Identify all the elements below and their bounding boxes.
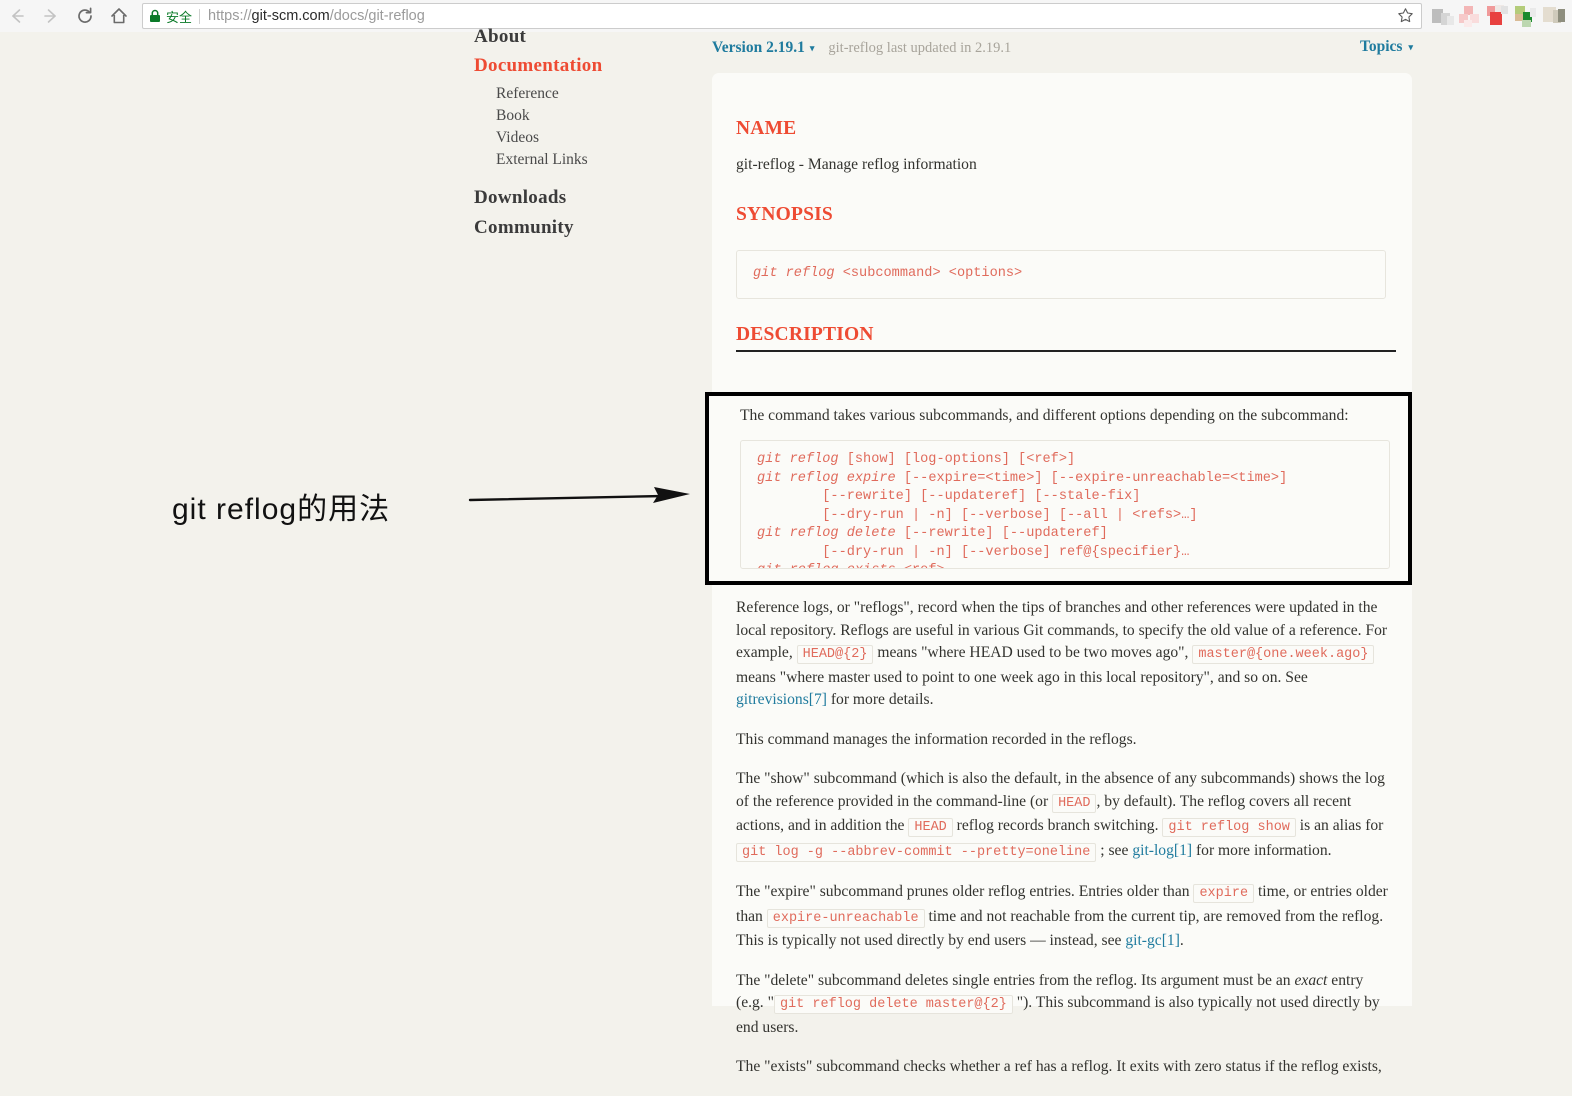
- literal-head-1: HEAD: [1052, 793, 1097, 813]
- chevron-down-icon: ▾: [1408, 41, 1413, 52]
- right-arrow-annotation-icon: [468, 484, 690, 515]
- paragraph-delete: The "delete" subcommand deletes single e…: [736, 970, 1394, 1040]
- url-text: https://git-scm.com/docs/git-reflog: [208, 8, 425, 24]
- home-icon: [109, 6, 129, 26]
- p-expire-t4: .: [1179, 932, 1184, 949]
- extension-icon-4[interactable]: [1514, 4, 1540, 28]
- name-heading: NAME: [736, 118, 797, 139]
- literal-expire-unreachable: expire-unreachable: [766, 908, 925, 928]
- p-reflogs-t4: for more details.: [826, 691, 934, 708]
- literal-head-2: HEAD: [908, 818, 953, 837]
- lock-icon: [149, 9, 161, 23]
- synopsis-code-block: git reflog <subcommand> <options>: [736, 250, 1386, 299]
- star-icon[interactable]: [1397, 7, 1414, 29]
- p-show-t3: reflog records branch switching.: [952, 817, 1163, 834]
- version-dropdown[interactable]: Version 2.19.1 ▾: [712, 39, 814, 57]
- version-bar: Version 2.19.1 ▾ git-reflog last updated…: [712, 32, 1413, 64]
- description-code-wrap: git reflog [show] [log-options] [<ref>] …: [740, 440, 1390, 569]
- literal-git-reflog-show: git reflog show: [1162, 818, 1296, 837]
- home-button[interactable]: [102, 0, 136, 32]
- link-git-log[interactable]: git-log[1]: [1132, 842, 1192, 859]
- topics-dropdown[interactable]: Topics ▾: [1360, 38, 1413, 56]
- p-show-t6: for more information.: [1192, 841, 1332, 859]
- extension-icons-strip: [1428, 0, 1572, 32]
- forward-button[interactable]: [34, 0, 68, 32]
- paragraph-show: The "show" subcommand (which is also the…: [736, 768, 1394, 864]
- literal-head-at-2: HEAD@{2}: [796, 645, 874, 664]
- black-highlight-rectangle: The command takes various subcommands, a…: [705, 392, 1412, 585]
- description-heading: DESCRIPTION: [736, 324, 1396, 352]
- chevron-down-icon: ▾: [809, 42, 815, 53]
- code-command: git reflog expire: [757, 470, 896, 486]
- p-expire-t1: The "expire" subcommand prunes older ref…: [736, 883, 1194, 900]
- p-show-t5: ; see: [1096, 841, 1133, 859]
- paragraph-expire: The "expire" subcommand prunes older ref…: [736, 881, 1394, 953]
- literal-git-log-alias: git log -g --abbrev-commit --pretty=onel…: [736, 842, 1097, 862]
- security-status-label: 安全: [166, 9, 193, 25]
- code-command: git reflog delete: [757, 526, 896, 541]
- synopsis-code-wrap: git reflog <subcommand> <options>: [736, 250, 1386, 299]
- description-code-block: git reflog [show] [log-options] [<ref>] …: [740, 440, 1390, 569]
- synopsis-section: SYNOPSIS: [736, 204, 1396, 240]
- annotation-label: git reflog的用法: [172, 493, 391, 526]
- literal-master-one-week-ago: master@{one.week.ago}: [1192, 645, 1375, 664]
- name-section: NAME git-reflog - Manage reflog informat…: [736, 118, 1396, 194]
- synopsis-heading: SYNOPSIS: [736, 204, 833, 225]
- page-body: About Documentation Reference Book Video…: [0, 26, 1572, 1075]
- description-section: DESCRIPTION: [736, 324, 1396, 352]
- back-button[interactable]: [0, 0, 34, 32]
- paragraph-manages: This command manages the information rec…: [736, 730, 1137, 748]
- url-path: /docs/git-reflog: [329, 8, 425, 24]
- p-reflogs-t2: means "where HEAD used to be two moves a…: [873, 644, 1193, 661]
- address-bar[interactable]: 安全 https://git-scm.com/docs/git-reflog: [142, 3, 1422, 29]
- extension-icon-5[interactable]: [1542, 4, 1568, 28]
- link-gitrevisions[interactable]: gitrevisions[7]: [736, 691, 827, 708]
- sidebar-item-book[interactable]: Book: [496, 107, 530, 125]
- omnibox-separator: [199, 8, 201, 24]
- last-updated-note: git-reflog last updated in 2.19.1: [828, 39, 1012, 56]
- forward-arrow-icon: [41, 6, 61, 26]
- sidebar-item-downloads[interactable]: Downloads: [474, 187, 566, 209]
- url-domain: git-scm.com: [251, 8, 330, 24]
- reload-icon: [75, 6, 95, 26]
- browser-toolbar: 安全 https://git-scm.com/docs/git-reflog: [0, 0, 1572, 33]
- p-show-t4: is an alias for: [1295, 817, 1384, 834]
- sidebar-item-community[interactable]: Community: [474, 217, 574, 239]
- literal-git-reflog-delete: git reflog delete master@{2}: [773, 995, 1013, 1014]
- literal-expire: expire: [1193, 884, 1255, 903]
- link-git-gc[interactable]: git-gc[1]: [1125, 932, 1180, 949]
- paragraph-exists: The "exists" subcommand checks whether a…: [736, 1058, 1382, 1075]
- back-arrow-icon: [7, 6, 27, 26]
- sidebar-item-videos[interactable]: Videos: [496, 129, 539, 147]
- description-intro-text: The command takes various subcommands, a…: [740, 407, 1349, 424]
- synopsis-code-args: <subcommand> <options>: [834, 266, 1023, 281]
- code-command: git reflog exists: [757, 563, 896, 568]
- extension-icon-3[interactable]: [1486, 4, 1512, 28]
- sidebar-item-external-links[interactable]: External Links: [496, 151, 588, 169]
- sidebar-item-reference[interactable]: Reference: [496, 85, 559, 103]
- p-reflogs-t3: means "where master used to point to one…: [736, 668, 1308, 686]
- topics-label: Topics: [1359, 38, 1403, 55]
- description-paragraphs: Reference logs, or "reflogs", record whe…: [736, 597, 1394, 1096]
- paragraph-reflogs: Reference logs, or "reflogs", record whe…: [736, 597, 1394, 712]
- sidebar-item-about[interactable]: About: [474, 26, 526, 48]
- extension-icon-2[interactable]: [1458, 4, 1484, 28]
- code-command: git reflog: [757, 452, 839, 467]
- name-text: git-reflog - Manage reflog information: [736, 156, 977, 173]
- emphasis-exact: exact: [1294, 971, 1328, 989]
- version-label: Version 2.19.1: [712, 39, 805, 56]
- p-delete-t1: The "delete" subcommand deletes single e…: [736, 971, 1295, 989]
- extension-icon-1[interactable]: [1430, 4, 1456, 28]
- synopsis-code-command: git reflog: [753, 266, 835, 281]
- sidebar-item-documentation[interactable]: Documentation: [474, 55, 602, 77]
- reload-button[interactable]: [68, 0, 102, 32]
